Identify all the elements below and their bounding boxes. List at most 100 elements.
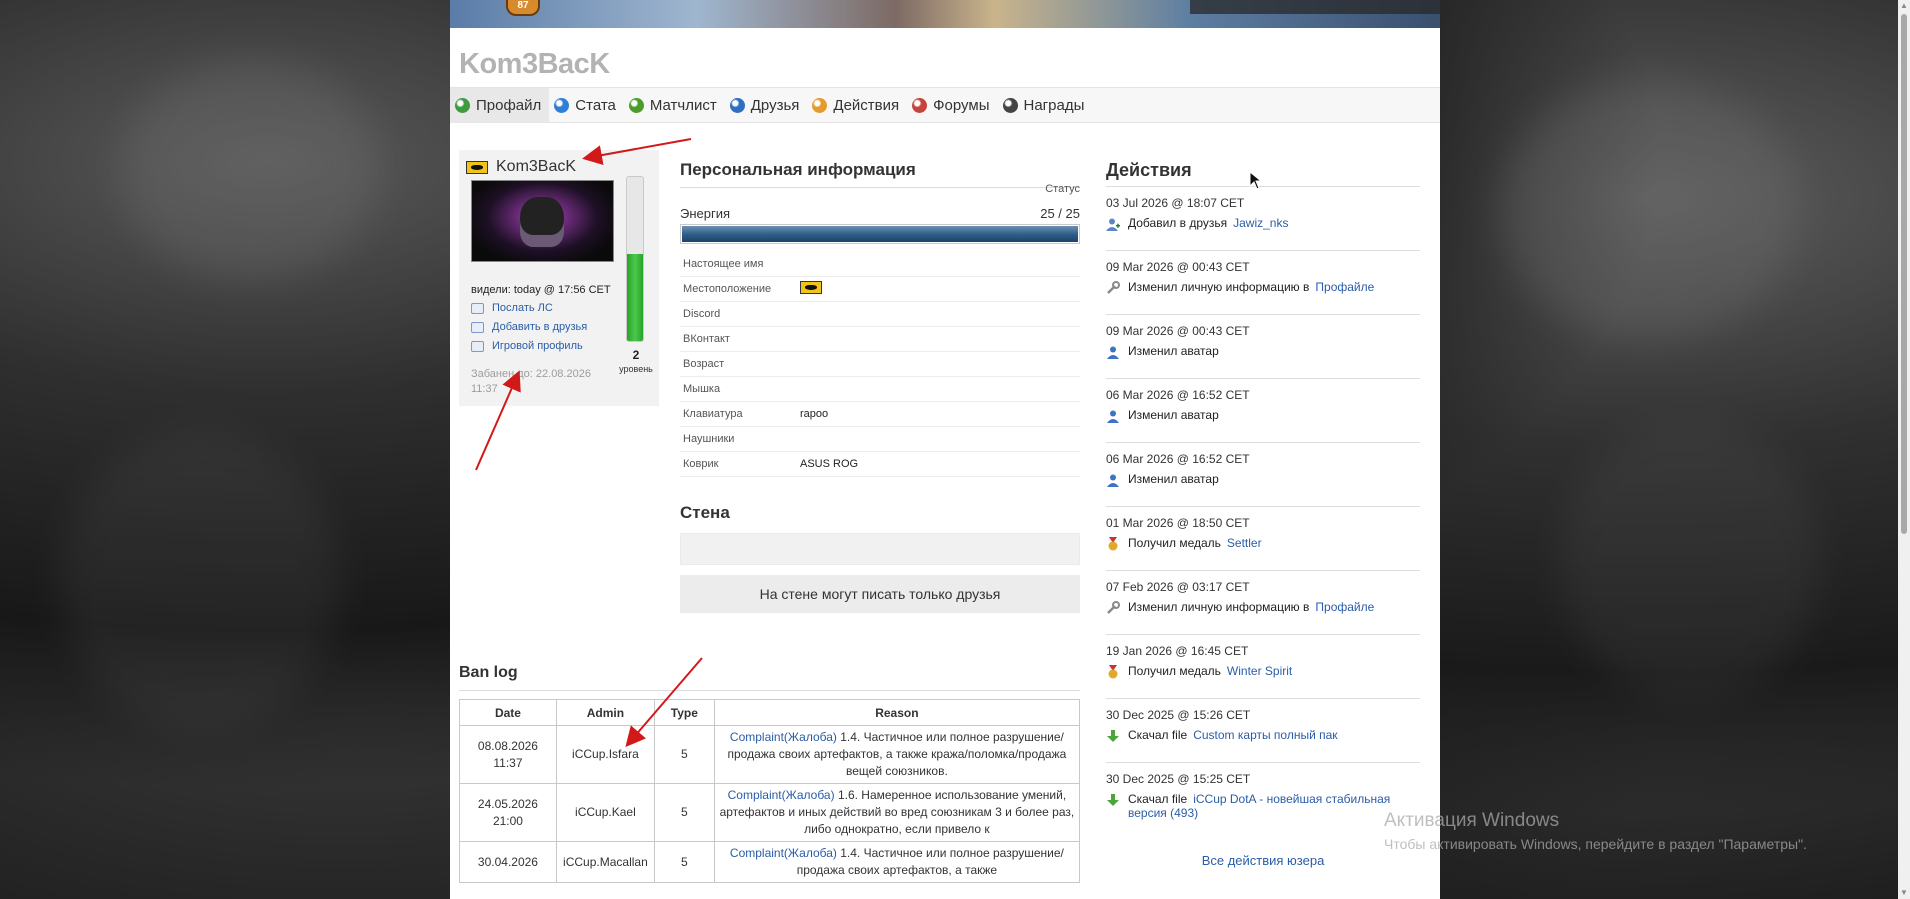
info-value: ASUS ROG: [800, 458, 859, 470]
level-number: 2: [632, 348, 640, 362]
action-link[interactable]: Winter Spirit: [1227, 664, 1292, 678]
info-key: Местоположение: [683, 283, 772, 295]
action-text: Добавил в друзья Jawiz_nks: [1128, 216, 1288, 230]
tab-label: Награды: [1023, 96, 1085, 114]
all-actions-link[interactable]: Все действия юзера: [1106, 853, 1420, 868]
game-profile-link[interactable]: Игровой профиль: [471, 340, 583, 352]
wall-title: Стена: [680, 503, 730, 522]
tab-icon: [812, 97, 828, 113]
info-key: ВКонтакт: [683, 333, 730, 345]
wall-input[interactable]: [680, 533, 1080, 565]
action-line: Изменил аватар: [1106, 472, 1420, 487]
batman-flag-icon: [466, 160, 488, 174]
action-date: 06 Mar 2026 @ 16:52 CET: [1106, 388, 1250, 402]
action-text: Изменил личную информацию в Профайле: [1128, 280, 1374, 294]
medal-icon: [1106, 537, 1120, 551]
tab-6[interactable]: Награды: [998, 88, 1093, 123]
ban-log-row: 30.04.2026 iCCup.Macallan 5 Complaint(Жалоб…: [459, 841, 1081, 883]
action-date: 01 Mar 2026 @ 18:50 CET: [1106, 516, 1250, 530]
complaint-link[interactable]: Complaint(Жалоба): [730, 730, 837, 744]
ban-type: 5: [653, 783, 715, 842]
add-friend-icon: [1106, 217, 1120, 231]
add-friend-link[interactable]: Добавить в друзья: [471, 321, 587, 333]
download-icon: [1106, 729, 1120, 743]
profile-page: 87 Kom3BacK Профайл Стата Матчлист Друзья Де…: [450, 0, 1440, 899]
info-key: Возраст: [683, 358, 725, 370]
tab-label: Форумы: [933, 96, 990, 114]
info-row: Коврик ASUS ROG: [680, 452, 1080, 477]
status-label: Статус: [1045, 183, 1080, 195]
wrench-icon: [1106, 601, 1120, 615]
user-icon: [1106, 409, 1120, 423]
scroll-down-icon[interactable]: ▼: [1900, 889, 1908, 897]
avatar: [471, 180, 614, 262]
scrollbar-thumb[interactable]: [1901, 14, 1907, 534]
action-text: Изменил аватар: [1128, 472, 1219, 486]
scroll-up-icon[interactable]: ▲: [1900, 2, 1908, 10]
info-row: Клавиатура rapoo: [680, 402, 1080, 427]
ban-log-row: 24.05.2026 21:00 iCCup.Kael 5 Complaint(Жал…: [459, 783, 1081, 842]
username: Kom3BacK: [496, 158, 577, 175]
action-description: Получил медаль: [1128, 664, 1221, 678]
ban-date: 30.04.2026: [459, 841, 557, 883]
actions-section: Действия 03 Jul 2026 @ 18:07 CET Добавил …: [1106, 160, 1420, 868]
complaint-link[interactable]: Complaint(Жалоба): [730, 846, 837, 860]
action-description: Изменил аватар: [1128, 472, 1219, 486]
action-text: Скачал file iCCup DotA - новейшая стабиль…: [1128, 792, 1420, 820]
action-description: Добавил в друзья: [1128, 216, 1228, 230]
profile-card: Kom3BacK 2 уровень видели: today @ 17:56…: [459, 150, 659, 406]
ban-date: 08.08.2026 11:37: [459, 725, 557, 784]
add-friend-label: Добавить в друзья: [492, 321, 588, 333]
action-description: Изменил личную информацию в: [1128, 600, 1310, 614]
info-row: Возраст: [680, 352, 1080, 377]
action-line: Изменил личную информацию в Профайле: [1106, 280, 1420, 295]
tab-icon: [455, 97, 470, 113]
action-text: Изменил аватар: [1128, 344, 1219, 358]
action-date: 07 Feb 2026 @ 03:17 CET: [1106, 580, 1250, 594]
action-date: 19 Jan 2026 @ 16:45 CET: [1106, 644, 1249, 658]
send-pm-link[interactable]: Послать ЛС: [471, 302, 553, 314]
add-friend-icon: [471, 321, 484, 333]
tab-label: Действия: [833, 96, 900, 114]
action-link[interactable]: Jawiz_nks: [1233, 216, 1288, 230]
info-row: ВКонтакт: [680, 327, 1080, 352]
action-date: 03 Jul 2026 @ 18:07 CET: [1106, 196, 1245, 210]
energy-label: Энергия: [680, 206, 731, 221]
action-description: Скачал file: [1128, 792, 1188, 806]
action-date: 06 Mar 2026 @ 16:52 CET: [1106, 452, 1250, 466]
banned-until: Забанен до: 22.08.2026 11:37: [471, 368, 591, 395]
tab-5[interactable]: Форумы: [907, 88, 997, 123]
user-bar[interactable]: [1190, 0, 1440, 14]
tab-label: Матчлист: [649, 96, 717, 114]
action-date: 09 Mar 2026 @ 00:43 CET: [1106, 324, 1250, 338]
vertical-scrollbar[interactable]: ▲ ▼: [1898, 0, 1910, 899]
tab-1[interactable]: Стата: [549, 88, 624, 123]
action-date: 09 Mar 2026 @ 00:43 CET: [1106, 260, 1250, 274]
ban-log-header: Type: [653, 699, 715, 726]
tab-4[interactable]: Действия: [807, 88, 907, 123]
game-profile-icon: [471, 340, 484, 352]
action-link[interactable]: Settler: [1227, 536, 1262, 550]
energy-row: Энергия 25 / 25: [680, 206, 1080, 224]
action-line: Получил медаль Winter Spirit: [1106, 664, 1420, 679]
action-item: 07 Feb 2026 @ 03:17 CET Изменил личную ин…: [1106, 571, 1420, 635]
info-key: Клавиатура: [683, 408, 743, 420]
action-item: 30 Dec 2025 @ 15:25 CET Скачал file iCCup …: [1106, 763, 1420, 841]
personal-info-table: Настоящее имя Местоположение Discord ВКонта…: [680, 252, 1080, 477]
site-logo[interactable]: 87: [506, 0, 540, 16]
tab-0[interactable]: Профайл: [450, 87, 550, 123]
action-description: Получил медаль: [1128, 536, 1221, 550]
page-title: Kom3BacK: [459, 48, 610, 80]
action-item: 19 Jan 2026 @ 16:45 CET Получил медаль Win…: [1106, 635, 1420, 699]
action-link[interactable]: Профайле: [1315, 280, 1374, 294]
tab-2[interactable]: Матчлист: [624, 88, 725, 123]
action-link[interactable]: Custom карты полный пак: [1193, 728, 1337, 742]
info-value: rapoo: [800, 408, 829, 420]
actions-title: Действия: [1106, 160, 1420, 187]
tab-3[interactable]: Друзья: [725, 88, 808, 123]
game-profile-label: Игровой профиль: [492, 340, 583, 352]
complaint-link[interactable]: Complaint(Жалоба): [728, 788, 835, 802]
action-link[interactable]: Профайле: [1315, 600, 1374, 614]
energy-value: 25 / 25: [1040, 206, 1080, 221]
action-line: Скачал file Custom карты полный пак: [1106, 728, 1420, 743]
